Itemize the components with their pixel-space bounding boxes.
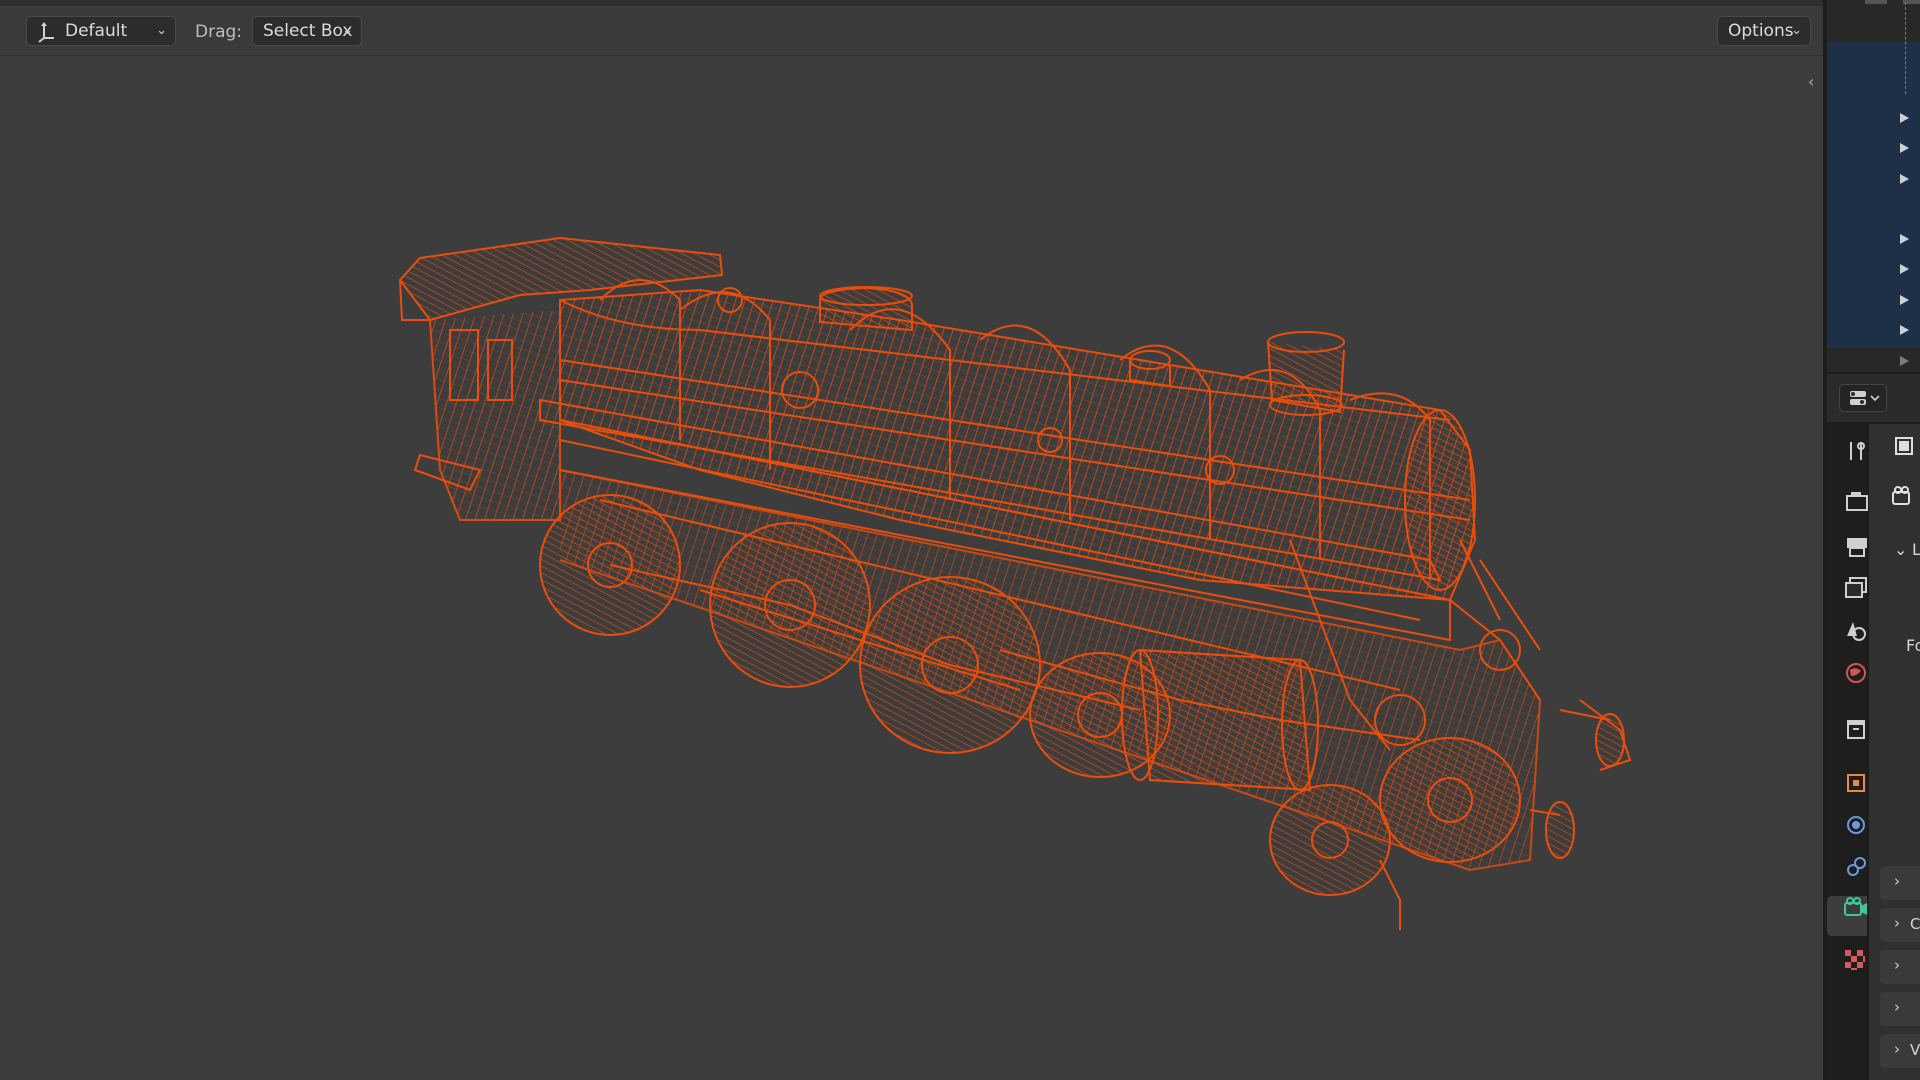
- object-icon[interactable]: [1847, 774, 1865, 792]
- chevron-right-icon: ›: [1894, 1040, 1900, 1058]
- panel-chevron-down[interactable]: ⌄: [1894, 540, 1907, 559]
- object-data-camera-icon[interactable]: [1844, 897, 1867, 916]
- expand-triangle-icon[interactable]: [1900, 234, 1909, 244]
- physics-icon[interactable]: [1847, 816, 1865, 834]
- expand-triangle-icon[interactable]: [1900, 356, 1909, 366]
- scene-icon[interactable]: [1847, 622, 1866, 641]
- chevron-right-icon: ›: [1894, 872, 1900, 890]
- field-label-fragment: Fo: [1906, 636, 1920, 655]
- properties-editor-icon: [1850, 391, 1880, 405]
- collapsed-panel[interactable]: ›: [1880, 866, 1920, 900]
- collapsed-panel[interactable]: ›: [1880, 950, 1920, 984]
- expand-triangle-icon[interactable]: [1900, 264, 1909, 274]
- world-icon[interactable]: [1846, 663, 1866, 683]
- expand-triangle-icon[interactable]: [1900, 174, 1909, 184]
- 3d-viewport[interactable]: Default ⌄ Drag: Select Box ⌄ Options ⌄ ‹: [0, 0, 1823, 1080]
- collapsed-panel[interactable]: › V: [1880, 1034, 1920, 1068]
- outliner-header-control[interactable]: [1865, 0, 1887, 4]
- expand-triangle-icon[interactable]: [1900, 113, 1909, 123]
- view-layer-icon[interactable]: [1845, 577, 1867, 598]
- properties-header: [1827, 374, 1920, 422]
- editor-type-button[interactable]: [1839, 384, 1887, 412]
- expand-triangle-icon[interactable]: [1900, 143, 1909, 153]
- render-icon[interactable]: [1846, 492, 1868, 511]
- chevron-right-icon: ›: [1894, 998, 1900, 1016]
- panel-header-fragment: C: [1910, 915, 1920, 933]
- locomotive-wireframe-object[interactable]: [0, 0, 1823, 1080]
- chevron-right-icon: ›: [1894, 956, 1900, 974]
- outliner-hierarchy-line: [1905, 2, 1906, 94]
- tool-icon[interactable]: [1850, 442, 1865, 460]
- chevron-right-icon: ›: [1894, 914, 1900, 932]
- output-icon[interactable]: [1847, 538, 1867, 557]
- panel-header-fragment: V: [1910, 1041, 1920, 1059]
- constraints-icon[interactable]: [1847, 857, 1866, 876]
- collapsed-panel[interactable]: ›: [1880, 992, 1920, 1026]
- panel-header-fragment: L: [1912, 540, 1920, 559]
- expand-triangle-icon[interactable]: [1900, 325, 1909, 335]
- collapsed-panel[interactable]: › C: [1880, 908, 1920, 942]
- camera-data-selector-icon[interactable]: [1892, 486, 1910, 505]
- collection-icon[interactable]: [1847, 720, 1865, 739]
- viewport-gizmo-icon[interactable]: [1895, 437, 1913, 455]
- texture-icon[interactable]: [1845, 950, 1865, 970]
- outliner-panel[interactable]: [1827, 0, 1920, 372]
- expand-triangle-icon[interactable]: [1900, 295, 1909, 305]
